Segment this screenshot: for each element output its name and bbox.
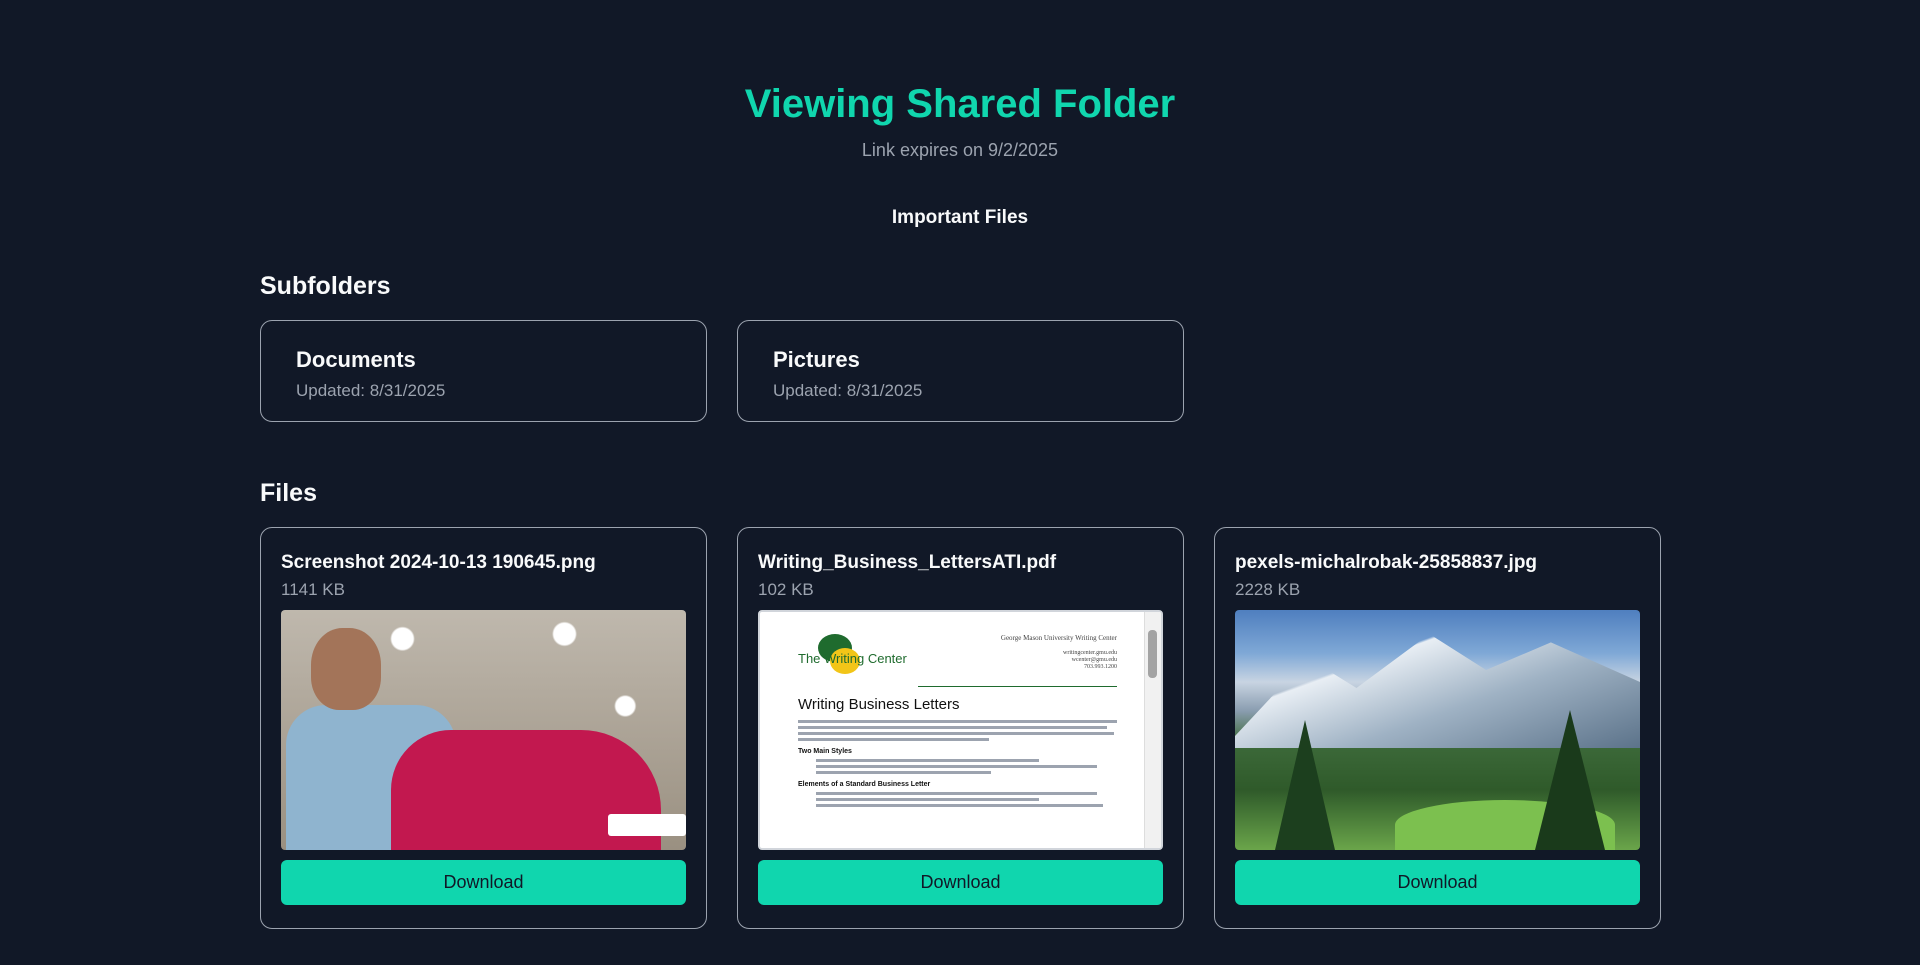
- subfolders-section: Subfolders Documents Updated: 8/31/2025 …: [260, 272, 1660, 422]
- subfolder-card-documents[interactable]: Documents Updated: 8/31/2025: [260, 320, 707, 422]
- pdf-preview[interactable]: The Writing Center George Mason Universi…: [758, 610, 1163, 850]
- download-button[interactable]: Download: [281, 860, 686, 905]
- file-card: Writing_Business_LettersATI.pdf 102 KB T…: [737, 527, 1184, 929]
- pdf-scrollbar[interactable]: [1144, 612, 1161, 848]
- subfolder-card-pictures[interactable]: Pictures Updated: 8/31/2025: [737, 320, 1184, 422]
- pdf-rule: [918, 686, 1117, 687]
- page-header: Viewing Shared Folder Link expires on 9/…: [0, 0, 1920, 229]
- file-card: Screenshot 2024-10-13 190645.png 1141 KB…: [260, 527, 707, 929]
- file-card: pexels-michalrobak-25858837.jpg 2228 KB …: [1214, 527, 1661, 929]
- subfolder-name: Documents: [296, 347, 416, 372]
- file-size: 1141 KB: [281, 580, 345, 599]
- files-grid: Screenshot 2024-10-13 190645.png 1141 KB…: [260, 527, 1661, 929]
- files-section: Files Screenshot 2024-10-13 190645.png 1…: [260, 479, 1661, 929]
- pdf-doc-title: Writing Business Letters: [798, 696, 960, 713]
- preview-badge: [608, 814, 686, 836]
- subfolder-updated: Updated: 8/31/2025: [773, 381, 923, 400]
- image-preview: [281, 610, 686, 850]
- files-heading: Files: [260, 479, 317, 507]
- scrollbar-thumb[interactable]: [1148, 630, 1157, 678]
- page-title: Viewing Shared Folder: [744, 82, 1176, 126]
- download-button[interactable]: Download: [758, 860, 1163, 905]
- subfolders-grid: Documents Updated: 8/31/2025 Pictures Up…: [260, 320, 1660, 422]
- file-name: pexels-michalrobak-25858837.jpg: [1235, 552, 1538, 573]
- folder-name: Important Files: [891, 207, 1029, 228]
- subfolder-name: Pictures: [773, 347, 860, 372]
- preview-shape: [1235, 634, 1640, 748]
- image-preview: [1235, 610, 1640, 850]
- pdf-page: The Writing Center George Mason Universi…: [768, 612, 1143, 848]
- pdf-logo-text: The Writing Center: [798, 651, 907, 666]
- pdf-section-heading: Two Main Styles: [798, 748, 852, 755]
- file-size: 102 KB: [758, 580, 814, 599]
- link-expiry-text: Link expires on 9/2/2025: [861, 140, 1059, 160]
- pdf-org-contact: writingcenter.gmu.edu wcenter@gmu.edu 70…: [1063, 650, 1117, 670]
- pdf-section-heading: Elements of a Standard Business Letter: [798, 781, 931, 788]
- file-name: Writing_Business_LettersATI.pdf: [758, 552, 1057, 573]
- pdf-org-name: George Mason University Writing Center: [1000, 634, 1117, 642]
- subfolders-heading: Subfolders: [260, 272, 391, 300]
- file-name: Screenshot 2024-10-13 190645.png: [281, 552, 596, 573]
- subfolder-updated: Updated: 8/31/2025: [296, 381, 446, 400]
- preview-shape: [311, 628, 381, 710]
- file-size: 2228 KB: [1235, 580, 1301, 599]
- download-button[interactable]: Download: [1235, 860, 1640, 905]
- shared-folder-page: Viewing Shared Folder Link expires on 9/…: [0, 0, 1920, 965]
- pdf-body: Two Main Styles Elements of a Standard B…: [798, 720, 1117, 810]
